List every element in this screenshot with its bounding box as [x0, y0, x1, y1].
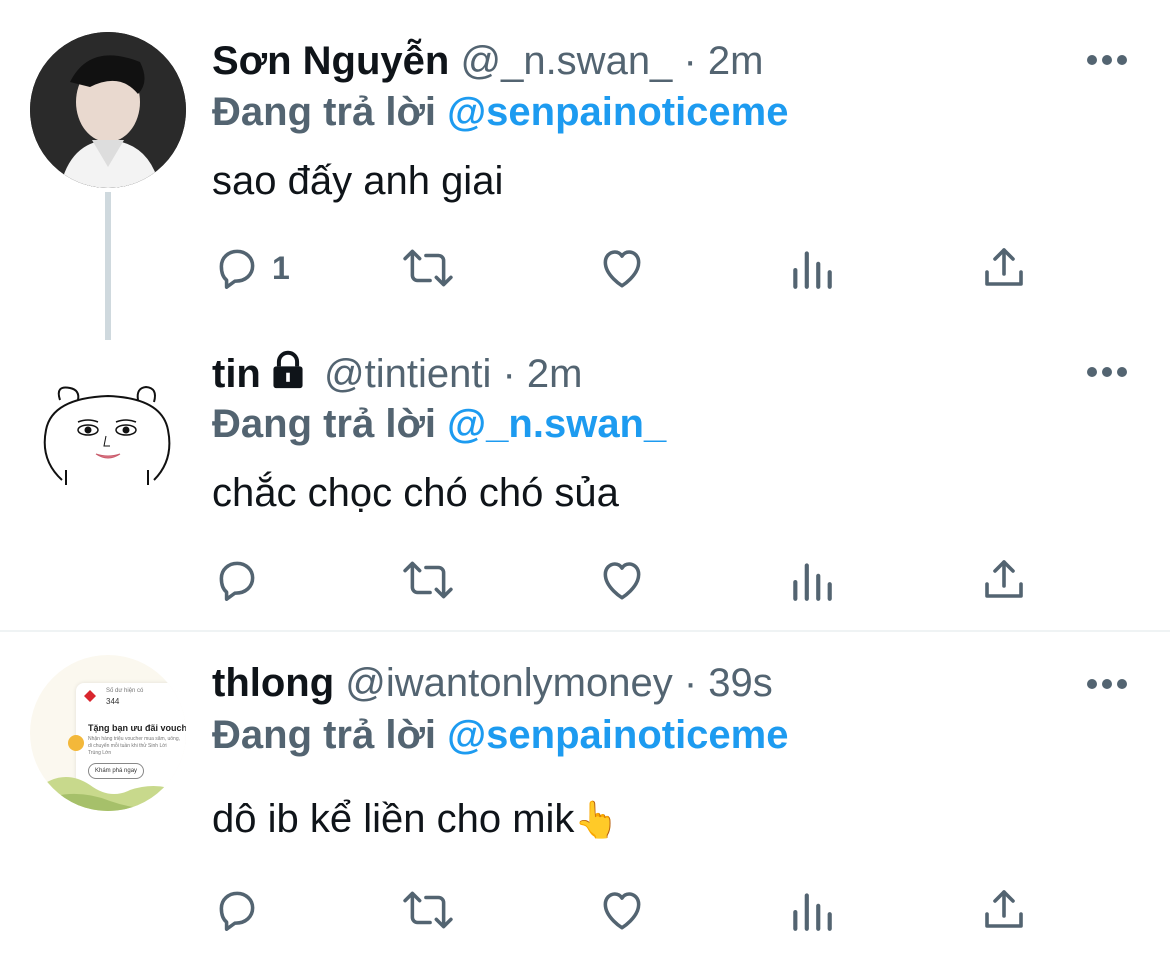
heart-icon — [603, 892, 641, 930]
bank-logo-icon — [84, 689, 96, 702]
reply-button[interactable] — [212, 880, 272, 940]
share-icon — [985, 890, 1023, 928]
promo-title: Tặng bạn ưu đãi voucher — [88, 723, 186, 733]
reply-context: Đang trả lời @senpainoticeme — [212, 710, 788, 760]
tweet-text-body: dô ib kể liền cho mik — [212, 797, 575, 841]
more-icon — [1087, 679, 1127, 689]
tweet-3[interactable]: Số dư hiện có 344 Tặng bạn ưu đãi vouche… — [0, 0, 1170, 957]
reply-mention-link[interactable]: @senpainoticeme — [447, 713, 788, 757]
display-name[interactable]: thlong — [212, 661, 334, 705]
hill-decoration-icon — [30, 777, 186, 811]
share-button[interactable] — [980, 880, 1028, 940]
tweet-text: dô ib kể liền cho mik👆 — [212, 794, 619, 845]
balance-value: 344 — [106, 697, 120, 706]
retweet-button[interactable] — [398, 880, 458, 940]
like-button[interactable] — [597, 880, 647, 940]
reply-icon — [219, 891, 255, 931]
timestamp[interactable]: 39s — [708, 661, 773, 705]
views-icon — [793, 893, 832, 931]
user-handle[interactable]: @iwantonlymoney — [345, 661, 672, 705]
coin-icon — [68, 735, 84, 751]
tweet-header: thlong @iwantonlymoney · 39s — [212, 658, 773, 708]
promo-body: Nhận hàng triệu voucher mua sắm, uống, d… — [88, 736, 180, 756]
more-button[interactable] — [1086, 676, 1128, 692]
retweet-icon — [403, 891, 453, 929]
reply-prefix: Đang trả lời — [212, 713, 437, 757]
avatar-thlong[interactable]: Số dư hiện có 344 Tặng bạn ưu đãi vouche… — [30, 655, 186, 811]
views-button[interactable] — [789, 880, 835, 940]
action-bar — [212, 880, 1062, 940]
balance-label: Số dư hiện có — [106, 688, 144, 694]
separator-dot: · — [683, 661, 698, 705]
pointing-up-emoji: 👆 — [574, 799, 620, 840]
